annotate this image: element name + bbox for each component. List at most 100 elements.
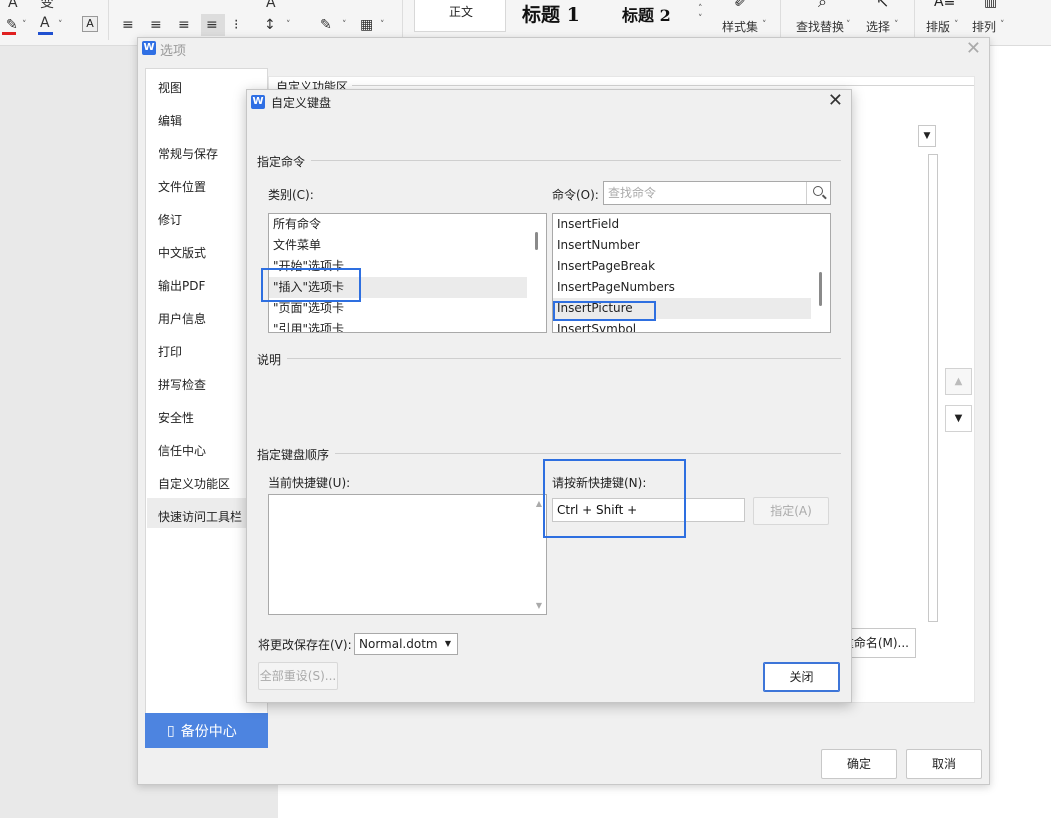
- font-color-icon[interactable]: A: [40, 14, 50, 32]
- nav-item-user-info[interactable]: 用户信息: [158, 310, 206, 327]
- command-list[interactable]: InsertField InsertNumber InsertPageBreak…: [552, 213, 831, 333]
- cancel-button[interactable]: 取消: [906, 749, 982, 779]
- command-search-box: [603, 181, 831, 205]
- chevron-down-icon[interactable]: ˅: [286, 20, 291, 30]
- style-set-button[interactable]: 样式集: [722, 18, 758, 35]
- list-item[interactable]: InsertNumber: [553, 235, 811, 256]
- group-divider: [287, 358, 841, 359]
- group-divider: [311, 160, 841, 161]
- command-search-input[interactable]: [608, 185, 798, 201]
- nav-item-file-locations[interactable]: 文件位置: [158, 178, 206, 195]
- list-item-selected[interactable]: InsertPicture: [553, 298, 811, 319]
- list-item[interactable]: InsertPageNumbers: [553, 277, 811, 298]
- arrange-button[interactable]: 排列: [972, 18, 996, 35]
- list-item-selected[interactable]: "插入"选项卡: [269, 277, 527, 298]
- save-in-select[interactable]: Normal.dotm ▼: [354, 633, 458, 655]
- chevron-down-icon[interactable]: ˅: [380, 20, 385, 30]
- nav-item-security[interactable]: 安全性: [158, 409, 194, 426]
- style-gallery-more-icon[interactable]: ˄ ˅: [698, 4, 703, 24]
- chevron-down-icon[interactable]: ˅: [342, 20, 347, 30]
- list-item[interactable]: InsertSymbol: [553, 319, 811, 332]
- assign-button[interactable]: 指定(A): [753, 497, 829, 525]
- list-item[interactable]: 文件菜单: [269, 235, 527, 256]
- style-normal[interactable]: 正文: [414, 0, 506, 32]
- align-center-icon[interactable]: ≡: [150, 16, 162, 34]
- ribbon-divider: [108, 0, 109, 40]
- nav-item-export-pdf[interactable]: 输出PDF: [158, 277, 205, 294]
- new-key-label: 请按新快捷键(N):: [552, 476, 647, 490]
- chevron-down-icon[interactable]: ˅: [894, 20, 899, 30]
- text-effect-icon[interactable]: A: [266, 0, 276, 12]
- nav-item-spell-check[interactable]: 拼写检查: [158, 376, 206, 393]
- scrollbar-thumb[interactable]: [535, 232, 538, 250]
- nav-item-print[interactable]: 打印: [158, 343, 182, 360]
- scroll-down-icon[interactable]: ▼: [536, 601, 542, 610]
- select-cursor-icon[interactable]: ↖: [876, 0, 889, 11]
- description-group-label: 说明: [257, 353, 282, 367]
- scrollbar-thumb[interactable]: [819, 272, 822, 306]
- close-icon[interactable]: ✕: [966, 38, 981, 59]
- justify-icon[interactable]: ≡: [206, 16, 218, 34]
- font-color-bar: [38, 32, 53, 35]
- ok-button[interactable]: 确定: [821, 749, 897, 779]
- align-left-icon[interactable]: ≡: [122, 16, 134, 34]
- nav-item-edit[interactable]: 编辑: [158, 112, 182, 129]
- nav-item-revisions[interactable]: 修订: [158, 211, 182, 228]
- list-item[interactable]: "页面"选项卡: [269, 298, 527, 319]
- find-replace-icon[interactable]: ⌕: [818, 0, 827, 12]
- list-item[interactable]: InsertField: [553, 214, 811, 235]
- ribbon-tabs-list[interactable]: [928, 154, 938, 622]
- layout-button[interactable]: 排版: [926, 18, 950, 35]
- wps-logo-icon: W: [251, 95, 265, 109]
- shading-icon[interactable]: ✎: [320, 16, 332, 34]
- scroll-up-icon[interactable]: ▲: [536, 499, 542, 508]
- current-keys-list[interactable]: ▲ ▼: [268, 494, 547, 615]
- move-up-button[interactable]: ▲: [945, 368, 972, 395]
- chevron-down-icon[interactable]: ▼: [918, 125, 936, 147]
- close-button[interactable]: 关闭: [763, 662, 840, 692]
- find-replace-button[interactable]: 查找替换: [796, 18, 844, 35]
- move-down-button[interactable]: ▼: [945, 405, 972, 432]
- select-button[interactable]: 选择: [866, 18, 890, 35]
- chevron-down-icon[interactable]: ˅: [954, 20, 959, 30]
- close-icon[interactable]: ✕: [828, 90, 843, 111]
- chevron-down-icon[interactable]: ˅: [1000, 20, 1005, 30]
- border-icon[interactable]: ▦: [360, 16, 373, 34]
- style-heading-2[interactable]: 标题 2: [622, 2, 671, 26]
- font-a-icon[interactable]: A: [8, 0, 18, 12]
- arrange-icon[interactable]: ▥: [984, 0, 997, 10]
- backup-center-button[interactable]: ▯ 备份中心: [145, 713, 268, 748]
- nav-item-customize-ribbon[interactable]: 自定义功能区: [158, 475, 230, 492]
- list-item[interactable]: 所有命令: [269, 214, 527, 235]
- category-list[interactable]: 所有命令 文件菜单 "开始"选项卡 "插入"选项卡 "页面"选项卡 "引用"选项…: [268, 213, 547, 333]
- style-heading-1[interactable]: 标题 1: [522, 0, 580, 27]
- nav-item-general-save[interactable]: 常规与保存: [158, 145, 218, 162]
- chevron-down-icon[interactable]: ˅: [762, 20, 767, 30]
- backup-icon: ▯: [167, 722, 175, 739]
- save-in-value: Normal.dotm: [359, 637, 438, 651]
- list-item[interactable]: InsertPageBreak: [553, 256, 811, 277]
- nav-item-trust-center[interactable]: 信任中心: [158, 442, 206, 459]
- chevron-down-icon[interactable]: ˅: [58, 20, 63, 30]
- list-item[interactable]: "引用"选项卡: [269, 319, 527, 332]
- chevron-down-icon[interactable]: ˅: [22, 20, 27, 30]
- layout-icon[interactable]: A≡: [934, 0, 955, 10]
- reset-all-button[interactable]: 全部重设(S)...: [258, 662, 338, 690]
- new-key-input[interactable]: [557, 502, 741, 518]
- chevron-down-icon[interactable]: ˅: [846, 20, 851, 30]
- style-set-icon[interactable]: ✐: [734, 0, 747, 11]
- line-spacing-icon[interactable]: ↕: [264, 16, 276, 34]
- nav-item-chinese-layout[interactable]: 中文版式: [158, 244, 206, 261]
- new-key-field: [552, 498, 745, 522]
- search-icon[interactable]: [806, 182, 830, 204]
- nav-item-view[interactable]: 视图: [158, 79, 182, 96]
- char-shading-icon[interactable]: A: [82, 16, 98, 32]
- save-in-label: 将更改保存在(V):: [258, 638, 352, 652]
- distribute-icon[interactable]: ⁝: [234, 16, 238, 34]
- ribbon-divider: [780, 0, 781, 40]
- change-case-icon[interactable]: 变: [40, 0, 54, 12]
- list-item[interactable]: "开始"选项卡: [269, 256, 527, 277]
- ribbon-divider: [402, 0, 403, 40]
- nav-item-quick-access[interactable]: 快速访问工具栏: [158, 508, 242, 525]
- align-right-icon[interactable]: ≡: [178, 16, 190, 34]
